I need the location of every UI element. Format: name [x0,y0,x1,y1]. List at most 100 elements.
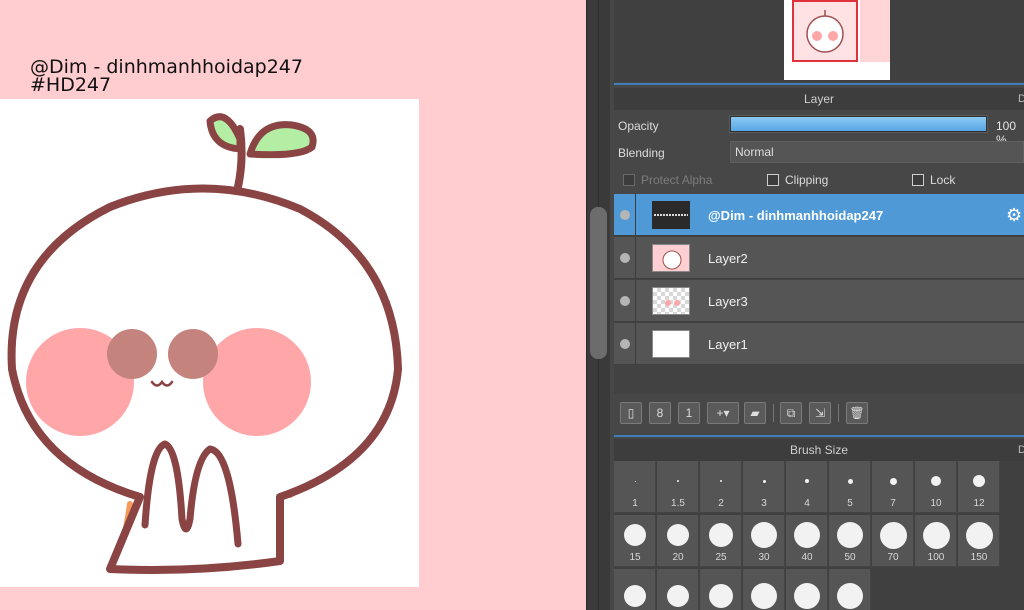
brush-size-cell[interactable]: 1 [614,461,656,513]
brush-size-cell[interactable]: 25 [700,515,742,567]
brush-size-label: 5 [847,498,853,509]
brush-size-cell[interactable] [786,569,828,610]
brush-preview-dot [794,522,820,548]
brush-size-cell[interactable]: 50 [829,515,871,567]
brush-preview-dot [805,479,809,483]
brush-size-cell[interactable]: 3 [743,461,785,513]
brush-preview-dot [624,524,646,546]
brush-preview-dot [837,583,863,609]
canvas-scrollbar[interactable] [586,0,610,610]
layer-row-layer2[interactable]: Layer2 [614,237,1024,279]
lock-label: Lock [930,173,956,187]
canvas-area[interactable]: @Dim - dinhmanhhoidap247 #HD247 [0,0,586,610]
brush-size-cell[interactable]: 100 [915,515,957,567]
layer-row-layer3[interactable]: Layer3 [614,280,1024,322]
leaf-right [246,121,317,159]
add-layer-icon[interactable]: +▾ [707,402,739,424]
brush-size-cell[interactable]: 1.5 [657,461,699,513]
brush-preview-dot [677,480,679,482]
brush-preview-dot [634,480,636,482]
skull-drawing [7,113,402,574]
layer-name: Layer1 [708,337,748,352]
brush-panel-menu[interactable]: D [1018,439,1024,461]
opacity-fill [731,117,986,131]
eye-icon [620,296,630,306]
brush-preview-dot [889,477,897,485]
brush-size-label: 150 [970,552,988,563]
layer-visibility-toggle[interactable] [614,323,636,365]
brush-size-cell[interactable]: 7 [872,461,914,513]
brush-size-cell[interactable]: 4 [786,461,828,513]
layer-panel-menu[interactable]: D [1018,88,1024,110]
thumbnail-band [860,0,890,62]
brush-size-grid: 1 1.5 2 3 4 5 7 10 12 15 20 25 30 40 50 70 100 150 [614,461,1024,610]
blending-select[interactable]: Normal [730,141,1024,163]
brush-size-label: 1.5 [671,498,685,509]
protect-alpha-label: Protect Alpha [641,173,713,187]
copy-layer-icon[interactable]: 8 [649,402,671,424]
layer-thumbnail [652,330,690,358]
brush-size-label: 2 [718,498,724,509]
navigator-view-rect[interactable] [792,0,858,62]
gear-icon[interactable]: ⚙ [1006,205,1022,226]
brush-size-cell[interactable] [829,569,871,610]
brush-preview-dot [624,585,646,607]
layer-visibility-toggle[interactable] [614,237,636,279]
brush-size-label: 4 [804,498,810,509]
blending-label: Blending [618,146,665,160]
brush-size-cell[interactable]: 150 [958,515,1000,567]
layer-panel-title: Layer D [614,88,1024,110]
brush-size-label: 12 [973,498,985,509]
brush-size-cell[interactable]: 5 [829,461,871,513]
brush-size-cell[interactable] [614,569,656,610]
brush-size-label: 3 [761,498,767,509]
brush-size-label: 1 [632,498,638,509]
brush-size-label: 7 [890,498,896,509]
paper[interactable] [0,99,419,587]
brush-size-label: 100 [927,552,945,563]
protect-alpha-checkbox[interactable]: Protect Alpha [623,173,712,187]
brush-preview-dot [667,585,689,607]
brush-size-cell[interactable] [700,569,742,610]
brush-size-label: 15 [629,552,641,563]
brush-size-cell[interactable]: 2 [700,461,742,513]
folder-icon[interactable]: ▰ [744,402,766,424]
toolbar-separator [838,404,839,422]
navigator-preview[interactable] [614,0,1024,82]
layer-thumbnail [652,201,690,229]
layer-row-watermark[interactable]: @Dim - dinhmanhhoidap247 ⚙ [614,194,1024,236]
lock-checkbox[interactable]: Lock [912,173,955,187]
brush-size-cell[interactable]: 30 [743,515,785,567]
brush-preview-dot [837,522,863,548]
opacity-slider[interactable] [729,115,988,133]
layer-visibility-toggle[interactable] [614,280,636,322]
layer-row-layer1[interactable]: Layer1 [614,323,1024,365]
clipping-box [767,174,779,186]
clipping-checkbox[interactable]: Clipping [767,173,828,187]
layer-panel-title-text: Layer [803,92,835,106]
merge-icon[interactable]: ⇲ [809,402,831,424]
layer-visibility-toggle[interactable] [614,194,636,236]
layer-list: @Dim - dinhmanhhoidap247 ⚙ Layer2 Layer3… [614,194,1024,394]
trash-icon[interactable]: 🗑 [846,402,868,424]
brush-preview-dot [965,521,993,549]
layer-name: @Dim - dinhmanhhoidap247 [708,208,884,223]
number-layer-icon[interactable]: 1 [678,402,700,424]
brush-size-cell[interactable] [743,569,785,610]
new-layer-icon[interactable]: ▯ [620,402,642,424]
navigator-thumbnail[interactable] [784,0,890,80]
brush-size-cell[interactable]: 12 [958,461,1000,513]
brush-preview-dot [879,521,907,549]
brush-size-cell[interactable]: 40 [786,515,828,567]
brush-preview-dot [973,475,985,487]
brush-size-cell[interactable]: 10 [915,461,957,513]
brush-size-cell[interactable] [657,569,699,610]
brush-size-cell[interactable]: 70 [872,515,914,567]
layer-thumbnail [652,287,690,315]
scroll-thumb[interactable] [590,207,607,359]
brush-size-cell[interactable]: 15 [614,515,656,567]
duplicate-icon[interactable]: ⧉ [780,402,802,424]
lock-box [912,174,924,186]
brush-size-cell[interactable]: 20 [657,515,699,567]
leaf-left [206,113,244,153]
